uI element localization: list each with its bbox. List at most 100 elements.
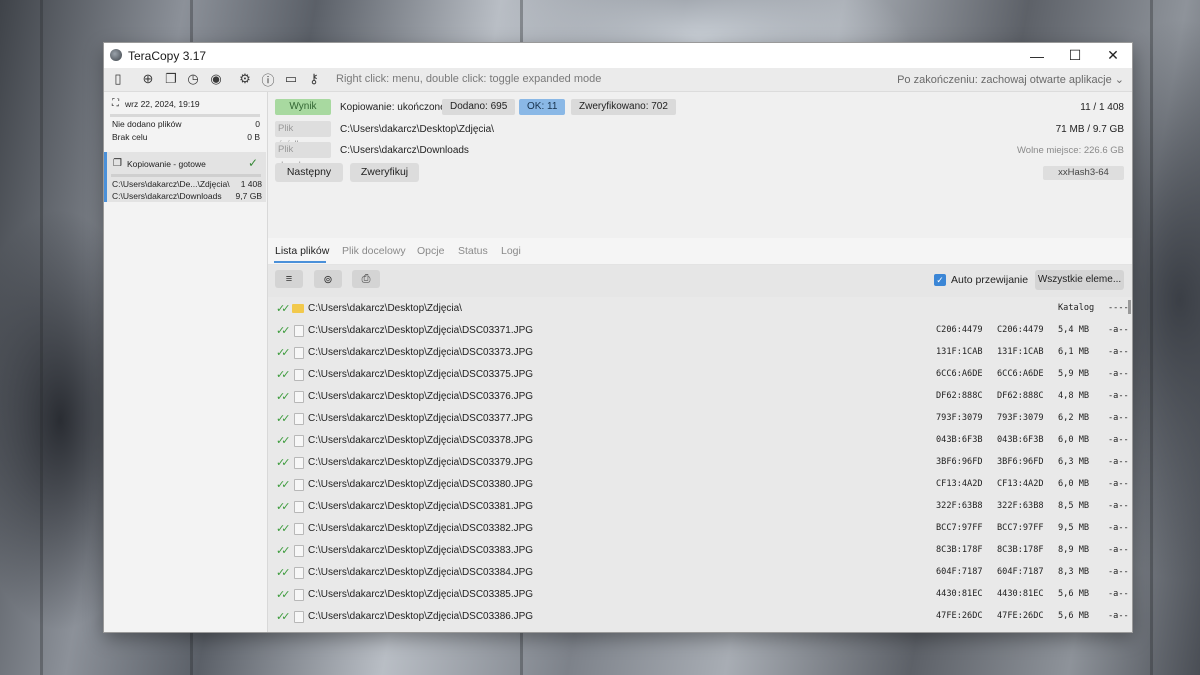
file-attributes: -a-- [1108, 589, 1129, 599]
double-check-icon: ✓✓ [276, 391, 291, 403]
file-path: C:\Users\dakarcz\Desktop\Zdjęcia\DSC0338… [308, 479, 534, 490]
file-row[interactable]: ✓✓C:\Users\dakarcz\Desktop\Zdjęcia\DSC03… [268, 452, 1132, 474]
target-hash: CF13:4A2D [997, 479, 1044, 489]
card-icon[interactable]: ▭ [283, 71, 299, 87]
print-icon[interactable]: ⎙ [352, 270, 380, 288]
file-size: 6,1 MB [1058, 347, 1090, 357]
file-icon [294, 501, 304, 513]
maximize-button[interactable]: ☐ [1056, 43, 1094, 68]
target-path: C:\Users\dakarcz\Downloads [340, 145, 469, 156]
file-row[interactable]: ✓✓C:\Users\dakarcz\Desktop\Zdjęcia\DSC03… [268, 540, 1132, 562]
file-attributes: -a-- [1108, 567, 1129, 577]
target-hash: DF62:888C [997, 391, 1044, 401]
teracopy-window: TeraCopy 3.17 — ☐ ✕ ▯ ⊕ ❐ ◷ ◉ ⚙ ⓘ ▭ ⚷ Ri… [104, 43, 1132, 632]
job-item[interactable]: ❐ Kopiowanie - gotowe ✓ C:\Users\dakarcz… [104, 152, 266, 202]
settings-icon[interactable]: ⚙ [237, 71, 253, 87]
all-items-dropdown[interactable]: Wszystkie eleme... [1035, 270, 1124, 290]
double-check-icon: ✓✓ [276, 347, 291, 359]
close-button[interactable]: ✕ [1094, 43, 1132, 68]
file-size: Katalog [1058, 303, 1095, 313]
tab-bar: Lista plików Plik docelowy Opcje Status … [268, 238, 1132, 265]
file-size: 9,5 MB [1058, 523, 1090, 533]
file-icon [294, 457, 304, 469]
file-row[interactable]: ✓✓C:\Users\dakarcz\Desktop\Zdjęcia\DSC03… [268, 606, 1132, 628]
file-path: C:\Users\dakarcz\Desktop\Zdjęcia\DSC0337… [308, 435, 534, 446]
target-label: Plik docelo... [275, 142, 331, 171]
session-progress-bar [110, 114, 260, 117]
double-check-icon: ✓✓ [276, 325, 291, 337]
history-icon[interactable]: ◷ [185, 71, 201, 87]
file-row[interactable]: ✓✓ C:\Users\dakarcz\Desktop\Zdjęcia\DSC03… [268, 562, 1132, 584]
file-icon [294, 391, 304, 403]
file-row[interactable]: ✓✓C:\Users\dakarcz\Desktop\Zdjęcia\DSC03… [268, 628, 1132, 632]
file-row[interactable]: ✓✓ C:\Users\dakarcz\Desktop\Zdjęcia\DSC03… [268, 430, 1132, 452]
after-completion-dropdown[interactable]: Po zakończeniu: zachowaj otwarte aplikac… [897, 73, 1124, 86]
job-title: ❐ Kopiowanie - gotowe [113, 158, 206, 169]
hash-algorithm-badge[interactable]: xxHash3-64 [1043, 166, 1124, 180]
scrollbar-thumb[interactable] [1128, 300, 1131, 314]
stat-row: Nie dodano plików 0 [112, 119, 260, 129]
toolbar-hint: Right click: menu, double click: toggle … [336, 73, 602, 85]
check-icon: ✓ [247, 156, 258, 170]
double-check-icon: ✓✓ [276, 435, 291, 447]
stat-row: Brak celu 0 B [112, 132, 260, 142]
file-attributes: -a-- [1108, 435, 1129, 445]
source-hash: 4430:81EC [936, 589, 983, 599]
source-label: Plik źródło... [275, 121, 331, 150]
file-icon [294, 589, 304, 601]
tab-file-list[interactable]: Lista plików [275, 245, 329, 257]
file-path: C:\Users\dakarcz\Desktop\Zdjęcia\DSC0338… [308, 567, 534, 578]
file-row[interactable]: ✓✓C:\Users\dakarcz\Desktop\Zdjęcia\DSC03… [268, 408, 1132, 430]
file-size: 6,2 MB [1058, 413, 1090, 423]
minimize-button[interactable]: — [1018, 43, 1056, 68]
double-check-icon: ✓✓ [276, 567, 291, 579]
tab-status[interactable]: Status [458, 245, 488, 257]
file-row[interactable]: ✓✓ C:\Users\dakarcz\Desktop\Zdjęcia\ Katal… [268, 298, 1132, 320]
teracopy-logo-icon [110, 49, 122, 61]
active-tab-indicator [274, 261, 326, 263]
file-row[interactable]: ✓✓C:\Users\dakarcz\Desktop\Zdjęcia\DSC03… [268, 518, 1132, 540]
copy-icon[interactable]: ❐ [163, 71, 179, 87]
menu-icon[interactable]: ≡ [275, 270, 303, 288]
file-size: 4,8 MB [1058, 391, 1090, 401]
after-completion-label: Po zakończeniu: zachowaj otwarte aplikac… [897, 74, 1112, 86]
tab-target-file[interactable]: Plik docelowy [342, 245, 406, 257]
file-row[interactable]: ✓✓C:\Users\dakarcz\Desktop\Zdjęcia\DSC03… [268, 584, 1132, 606]
file-size: 5,4 MB [1058, 325, 1090, 335]
ok-badge: OK: 11 [519, 99, 566, 115]
file-row[interactable]: ✓✓C:\Users\dakarcz\Desktop\Zdjęcia\DSC03… [268, 386, 1132, 408]
key-icon[interactable]: ⚷ [306, 71, 322, 87]
transfer-size: 71 MB / 9.7 GB [1055, 124, 1124, 135]
file-row[interactable]: ✓✓C:\Users\dakarcz\Desktop\Zdjęcia\DSC03… [268, 320, 1132, 342]
stat-value: 0 [255, 119, 260, 129]
file-path: C:\Users\dakarcz\Desktop\Zdjęcia\DSC0337… [308, 347, 534, 358]
tab-logs[interactable]: Logi [501, 245, 521, 257]
file-row[interactable]: ✓✓C:\Users\dakarcz\Desktop\Zdjęcia\DSC03… [268, 496, 1132, 518]
account-icon[interactable]: ◉ [208, 71, 224, 87]
target-hash: 793F:3079 [997, 413, 1044, 423]
file-row[interactable]: ✓✓C:\Users\dakarcz\Desktop\Zdjęcia\DSC03… [268, 364, 1132, 386]
verify-button[interactable]: Zweryfikuj [350, 163, 419, 182]
add-icon[interactable]: ⊕ [140, 71, 156, 87]
file-path: C:\Users\dakarcz\Desktop\Zdjęcia\DSC0338… [308, 501, 534, 512]
job-progress-bar [111, 174, 261, 177]
double-check-icon: ✓✓ [276, 545, 291, 557]
panel-icon[interactable]: ▯ [110, 71, 126, 87]
file-attributes: -a-- [1108, 347, 1129, 357]
expand-icon: ⛶ [112, 98, 119, 109]
fingerprint-icon[interactable]: ⊚ [314, 270, 342, 288]
next-button[interactable]: Następny [275, 163, 343, 182]
file-attributes: -a-- [1108, 545, 1129, 555]
free-space: Wolne miejsce: 226.6 GB [1016, 145, 1124, 156]
source-hash: BCC7:97FF [936, 523, 983, 533]
source-hash: CF13:4A2D [936, 479, 983, 489]
info-icon[interactable]: ⓘ [260, 71, 276, 88]
file-row[interactable]: ✓✓C:\Users\dakarcz\Desktop\Zdjęcia\DSC03… [268, 474, 1132, 496]
tab-options[interactable]: Opcje [417, 245, 444, 257]
job-row: C:\Users\dakarcz\Downloads 9,7 GB [112, 191, 262, 201]
file-attributes: -a-- [1108, 501, 1129, 511]
session-date[interactable]: ⛶ wrz 22, 2024, 19:19 [112, 98, 200, 109]
auto-scroll-checkbox[interactable]: ✓ [934, 274, 946, 286]
file-icon [294, 369, 304, 381]
file-row[interactable]: ✓✓ C:\Users\dakarcz\Desktop\Zdjęcia\DSC03… [268, 342, 1132, 364]
